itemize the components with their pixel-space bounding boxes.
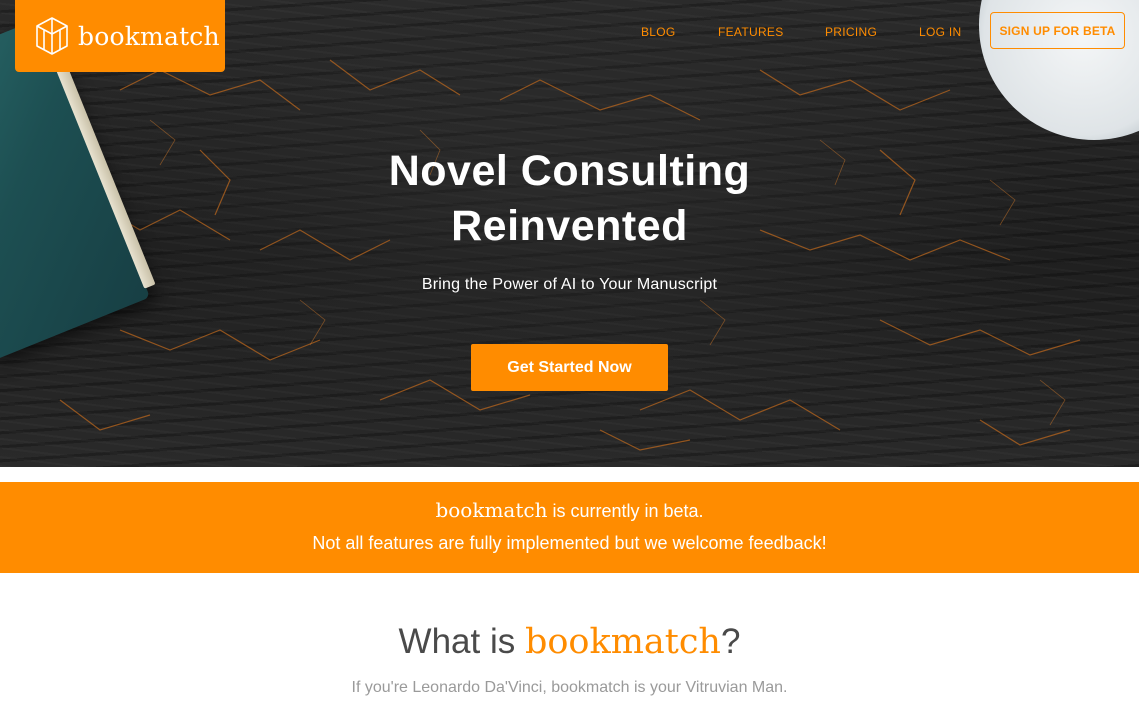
beta-banner-line1: bookmatch is currently in beta.: [0, 498, 1139, 522]
nav-pricing[interactable]: PRICING: [825, 24, 877, 40]
signup-beta-button[interactable]: SIGN UP FOR BETA: [990, 12, 1125, 49]
beta-status-text: is currently in beta.: [547, 501, 704, 521]
hero-subtitle: Bring the Power of AI to Your Manuscript: [421, 276, 718, 293]
top-nav: BLOG FEATURES PRICING LOG IN: [0, 24, 1139, 44]
hero-title-line2: Reinvented: [451, 202, 688, 250]
what-is-prefix: What is: [398, 622, 525, 661]
hero-title: Novel Consulting Reinvented: [0, 144, 1139, 254]
hero-section: bookmatch BLOG FEATURES PRICING LOG IN S…: [0, 0, 1139, 467]
nav-blog[interactable]: BLOG: [641, 24, 676, 40]
beta-banner-line2: Not all features are fully implemented b…: [312, 533, 827, 553]
what-is-brand: bookmatch: [524, 622, 721, 662]
nav-features[interactable]: FEATURES: [718, 24, 784, 40]
what-is-suffix: ?: [720, 622, 741, 661]
get-started-button[interactable]: Get Started Now: [471, 344, 668, 391]
beta-banner: bookmatch is currently in beta. Not all …: [0, 482, 1139, 573]
hero-title-line1: Novel Consulting: [388, 147, 751, 195]
beta-brand-wordmark: bookmatch: [435, 498, 548, 522]
nav-login[interactable]: LOG IN: [919, 24, 961, 40]
what-is-subtitle: If you're Leonardo Da'Vinci, bookmatch i…: [351, 679, 788, 696]
what-is-title: What is bookmatch?: [0, 622, 1139, 662]
